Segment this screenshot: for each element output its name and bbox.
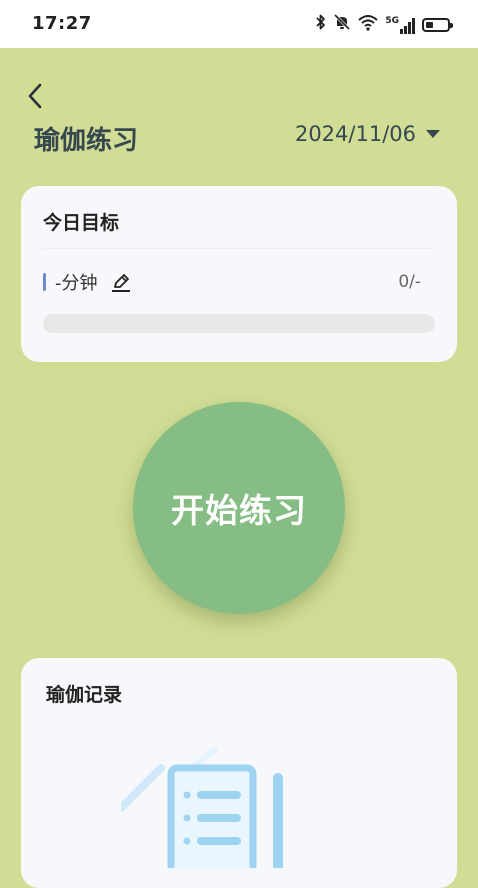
pencil-icon [111, 274, 130, 292]
goal-card-title: 今日目标 [43, 212, 120, 234]
bluetooth-icon [315, 13, 327, 36]
network-label: 5G [385, 15, 399, 26]
goal-minutes: -分钟 [55, 273, 98, 294]
record-card-title: 瑜伽记录 [46, 684, 123, 706]
caret-down-icon [426, 130, 440, 138]
battery-icon [422, 17, 453, 32]
edit-goal-button[interactable] [110, 271, 132, 293]
wifi-icon [357, 13, 379, 36]
record-card: 瑜伽记录 [21, 658, 457, 888]
goal-marker [43, 273, 46, 291]
goal-row: -分钟 0/- [43, 268, 421, 296]
chevron-left-icon [28, 83, 42, 109]
goal-progress-bar [43, 314, 435, 333]
status-bar: 17:27 5G [0, 0, 478, 48]
start-practice-button[interactable]: 开始练习 [133, 402, 345, 614]
signal-5g-icon: 5G [385, 16, 416, 34]
goal-progress-text: 0/- [398, 272, 421, 292]
page-title: 瑜伽练习 [34, 126, 139, 156]
back-button[interactable] [20, 80, 50, 112]
date-label: 2024/11/06 [294, 122, 416, 146]
status-time: 17:27 [32, 13, 92, 34]
empty-records-illustration [121, 748, 283, 868]
date-picker[interactable]: 2024/11/06 [295, 122, 440, 146]
goal-card: 今日目标 -分钟 0/- [21, 186, 457, 362]
goal-divider [43, 248, 435, 249]
mute-icon [333, 13, 351, 36]
status-icons: 5G [315, 13, 453, 36]
